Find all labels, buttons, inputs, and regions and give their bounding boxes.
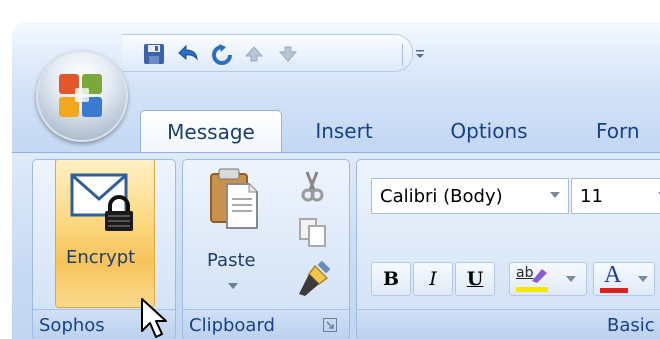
italic-button[interactable]: I	[413, 262, 453, 296]
office-button[interactable]	[36, 50, 128, 142]
paste-dropdown-icon	[228, 283, 238, 289]
font-name-value: Calibri (Body)	[380, 185, 503, 207]
paste-button[interactable]: Paste	[193, 164, 273, 304]
format-painter-icon	[299, 260, 331, 296]
encrypt-button[interactable]: Encrypt	[55, 160, 155, 308]
font-color-dropdown-icon[interactable]	[638, 276, 648, 283]
font-name-combobox[interactable]: Calibri (Body)	[371, 178, 569, 214]
group-clipboard-label: Clipboard	[183, 309, 349, 339]
tab-message[interactable]: Message	[140, 110, 282, 153]
font-size-combobox[interactable]: 11	[571, 178, 660, 214]
clipboard-dialog-launcher-icon[interactable]	[323, 318, 337, 332]
cut-button[interactable]	[295, 170, 329, 204]
save-icon[interactable]	[140, 40, 168, 68]
up-arrow-icon[interactable]	[240, 40, 268, 68]
customize-icon[interactable]	[410, 40, 430, 68]
group-basic-text: Calibri (Body) 11 B I U ab A Basic	[356, 159, 660, 339]
undo-icon[interactable]	[174, 40, 202, 68]
down-arrow-icon[interactable]	[274, 40, 302, 68]
redo-icon[interactable]	[208, 40, 236, 68]
group-clipboard: Paste Clipboard	[182, 159, 350, 339]
scissors-icon	[301, 171, 324, 202]
tab-options[interactable]: Options	[436, 110, 542, 152]
ribbon: Encrypt Sophos Paste Clipboard Calibri (…	[12, 152, 660, 339]
highlight-button[interactable]: ab	[509, 262, 587, 296]
encrypt-label: Encrypt	[66, 247, 136, 268]
highlight-icon: ab	[516, 265, 550, 293]
encrypt-envelope-lock-icon	[70, 173, 133, 231]
font-name-dropdown-icon[interactable]	[550, 192, 560, 199]
group-basic-text-label: Basic	[357, 309, 660, 339]
copy-button[interactable]	[297, 216, 331, 250]
font-size-value: 11	[580, 185, 603, 207]
format-painter-button[interactable]	[293, 260, 333, 300]
font-color-button[interactable]: A	[593, 262, 655, 296]
copy-icon	[299, 218, 326, 247]
underline-button[interactable]: U	[455, 262, 495, 296]
tab-format[interactable]: Forn	[596, 110, 660, 152]
office-logo-icon	[59, 74, 102, 117]
mouse-cursor-icon	[141, 298, 167, 338]
paste-label: Paste	[207, 250, 256, 271]
paste-clipboard-icon	[210, 168, 258, 229]
tab-insert[interactable]: Insert	[304, 110, 384, 152]
outlook-window: Message Insert Options Forn Encrypt Soph…	[12, 22, 660, 339]
qat-separator	[402, 44, 403, 66]
highlight-dropdown-icon[interactable]	[566, 276, 576, 283]
font-color-icon: A	[600, 262, 630, 294]
bold-button[interactable]: B	[371, 262, 411, 296]
